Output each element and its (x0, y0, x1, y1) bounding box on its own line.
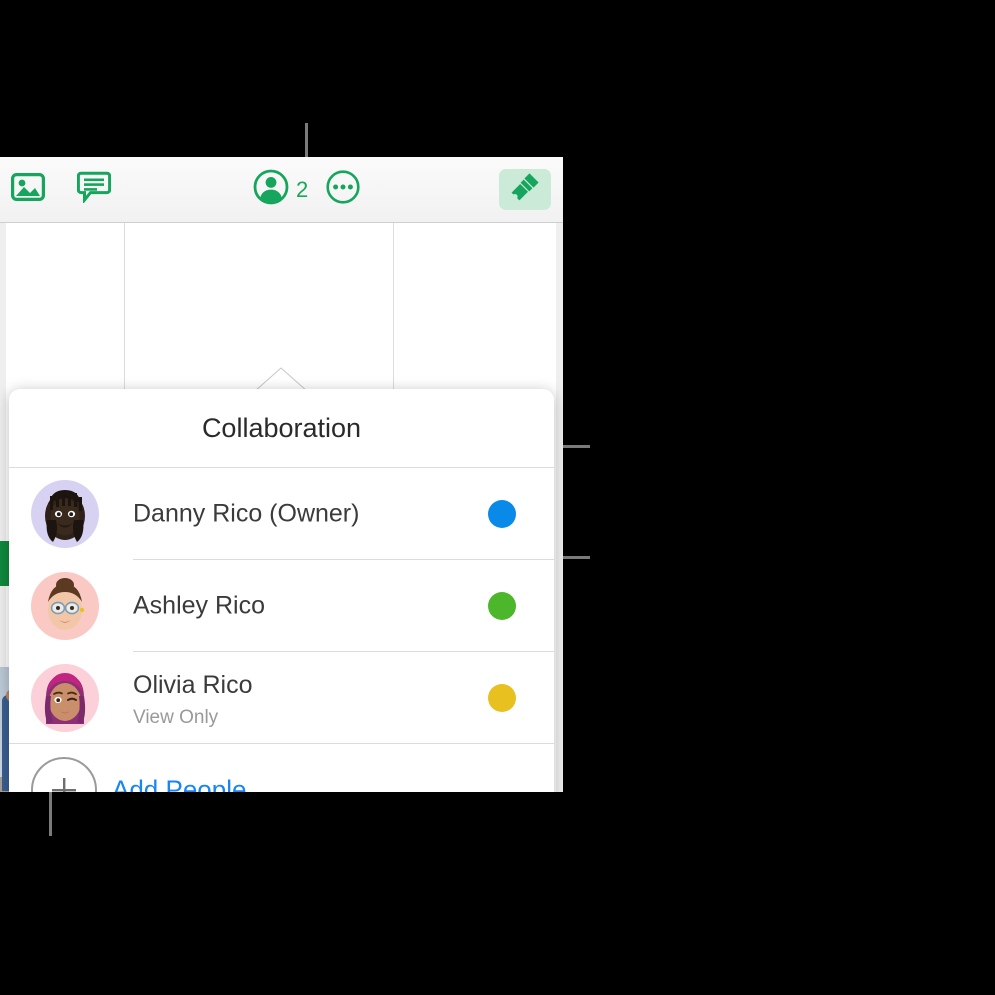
collaborator-count: 2 (296, 176, 309, 202)
collaboration-popover: Collaboration Danny Rico (Owner) Ashley … (9, 389, 554, 792)
more-ellipsis-icon (326, 170, 360, 209)
popover-arrow (255, 367, 307, 391)
collaborate-button[interactable] (248, 157, 294, 222)
plus-circle-icon (31, 757, 97, 792)
media-image-icon (11, 173, 45, 206)
status-dot-green (488, 591, 516, 620)
comment-button[interactable] (70, 157, 118, 222)
participant-row-olivia-rico[interactable]: Olivia Rico View Only (9, 652, 554, 743)
participant-permission: View Only (133, 707, 221, 729)
toolbar: 2 (0, 157, 563, 223)
format-button[interactable] (499, 169, 551, 210)
participant-row-ashley-rico[interactable]: Ashley Rico (9, 560, 554, 651)
media-button[interactable] (4, 157, 52, 222)
participant-name: Danny Rico (Owner) (133, 499, 360, 527)
participant-row-danny-rico[interactable]: Danny Rico (Owner) (9, 468, 554, 559)
screenshot-root: 2 Collaboration Danny Rico (Owner) Ashle… (0, 0, 995, 995)
participant-name: Olivia Rico (133, 671, 253, 699)
collaborator-edit-marker (0, 541, 9, 586)
collaborate-person-icon (253, 169, 289, 210)
add-people-label: Add People (112, 774, 247, 793)
add-people-button[interactable]: Add People (9, 744, 554, 792)
popover-title: Collaboration (201, 412, 362, 443)
status-dot-blue (488, 499, 516, 528)
more-options-button[interactable] (320, 157, 366, 222)
avatar-olivia-rico (31, 663, 99, 732)
format-paintbrush-icon (509, 171, 541, 208)
app-window: 2 Collaboration Danny Rico (Owner) Ashle… (0, 157, 563, 792)
participant-name: Ashley Rico (133, 591, 265, 619)
avatar-ashley-rico (31, 571, 99, 640)
status-dot-yellow (488, 683, 516, 712)
avatar-danny-rico (31, 479, 99, 548)
comment-bubble-icon (76, 171, 112, 208)
